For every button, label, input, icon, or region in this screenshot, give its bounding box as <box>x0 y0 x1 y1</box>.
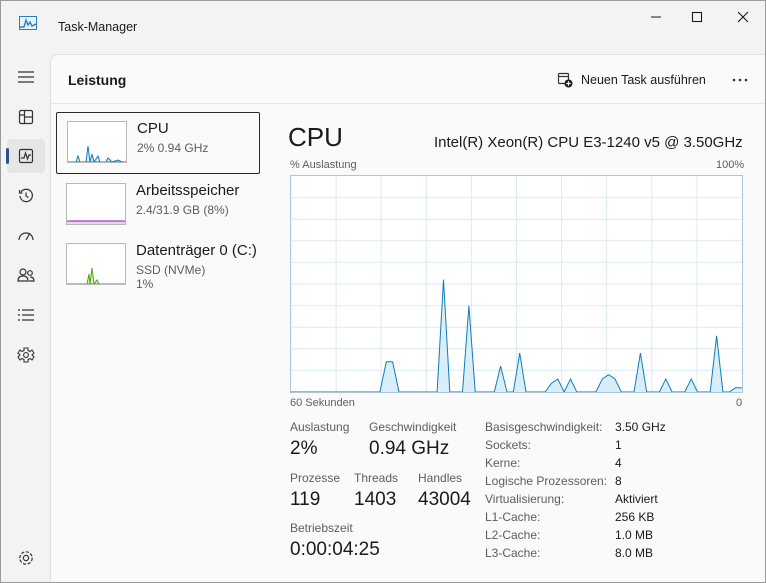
run-new-task-label: Neuen Task ausführen <box>581 73 706 87</box>
device-name-cpu: CPU <box>137 120 169 137</box>
app-history-icon <box>18 188 33 203</box>
nav-app-history[interactable] <box>7 179 45 213</box>
utilization-label: Auslastung <box>290 420 350 434</box>
cpu-usage-chart <box>291 176 742 394</box>
prop-value-logical-processors: 8 <box>615 474 622 488</box>
uptime-label: Betriebszeit <box>290 521 353 535</box>
nav-services[interactable] <box>7 338 45 372</box>
nav-processes[interactable] <box>7 100 45 134</box>
services-icon <box>17 347 35 363</box>
memory-thumbnail-graph <box>66 183 126 225</box>
device-detail-disk-usage: 1% <box>136 277 154 291</box>
device-item-disk[interactable]: Datenträger 0 (C:) SSD (NVMe) 1% <box>56 235 260 297</box>
prop-key-virtualization: Virtualisierung: <box>485 492 565 506</box>
device-name-disk: Datenträger 0 (C:) <box>136 242 257 259</box>
header-divider <box>51 103 765 104</box>
prop-key-l2-cache: L2-Cache: <box>485 528 541 542</box>
device-name-memory: Arbeitsspeicher <box>136 182 240 199</box>
utilization-value: 2% <box>290 438 318 459</box>
page-title: Leistung <box>68 72 127 88</box>
users-icon <box>17 268 35 282</box>
nav-details[interactable] <box>7 298 45 332</box>
prop-key-l1-cache: L1-Cache: <box>485 510 541 524</box>
settings-icon <box>19 551 33 565</box>
x-axis-right-label: 0 <box>736 397 743 409</box>
threads-label: Threads <box>354 471 399 485</box>
prop-value-l1-cache: 256 KB <box>615 510 655 524</box>
prop-key-cores: Kerne: <box>485 456 521 470</box>
prop-value-base-speed: 3.50 GHz <box>615 420 666 434</box>
detail-title: CPU <box>288 122 343 152</box>
uptime-value: 0:00:04:25 <box>290 539 380 560</box>
cpu-usage-graph <box>290 175 743 394</box>
nav-performance[interactable] <box>7 139 45 173</box>
window-title: Task-Manager <box>58 20 138 34</box>
device-detail-disk-type: SSD (NVMe) <box>136 263 206 277</box>
prop-key-logical-processors: Logische Prozessoren: <box>485 474 608 488</box>
prop-value-cores: 4 <box>615 456 622 470</box>
threads-value: 1403 <box>354 489 397 510</box>
device-detail-memory: 2.4/31.9 GB (8%) <box>136 203 229 217</box>
prop-key-sockets: Sockets: <box>485 438 532 452</box>
y-axis-label: % Auslastung <box>290 159 357 171</box>
minimize-icon <box>651 16 661 18</box>
more-options-button[interactable] <box>726 67 754 93</box>
details-icon <box>18 309 34 321</box>
nav-menu-button[interactable] <box>7 60 45 94</box>
prop-key-l3-cache: L3-Cache: <box>485 546 541 560</box>
nav-users[interactable] <box>7 258 45 292</box>
handles-value: 43004 <box>418 489 471 510</box>
x-axis-left-label: 60 Sekunden <box>290 397 355 409</box>
cpu-model-name: Intel(R) Xeon(R) CPU E3-1240 v5 @ 3.50GH… <box>434 134 743 151</box>
nav-startup-apps[interactable] <box>7 219 45 253</box>
device-item-cpu[interactable]: CPU 2% 0.94 GHz <box>56 112 260 174</box>
task-manager-window: Task-Manager Leistung Neuen Task ausführ… <box>0 0 766 583</box>
new-task-icon <box>557 72 573 88</box>
title-bar: Task-Manager <box>1 1 765 49</box>
hamburger-menu-icon <box>18 71 34 83</box>
maximize-icon <box>691 11 703 23</box>
device-item-memory[interactable]: Arbeitsspeicher 2.4/31.9 GB (8%) <box>56 175 260 237</box>
processes-value: 119 <box>290 489 321 510</box>
cpu-thumbnail-graph <box>67 121 127 163</box>
disk-thumbnail-graph <box>66 243 126 285</box>
processes-label: Prozesse <box>290 471 341 485</box>
prop-value-l3-cache: 8.0 MB <box>615 546 654 560</box>
performance-icon <box>18 148 34 164</box>
nav-settings[interactable] <box>7 541 45 575</box>
prop-value-virtualization: Aktiviert <box>615 492 658 506</box>
minimize-button[interactable] <box>633 1 679 33</box>
close-button[interactable] <box>720 1 765 33</box>
close-icon <box>737 11 749 23</box>
speed-label: Geschwindigkeit <box>369 420 457 434</box>
active-nav-indicator <box>6 148 9 164</box>
speed-value: 0.94 GHz <box>369 438 450 459</box>
prop-value-sockets: 1 <box>615 438 622 452</box>
performance-panel: Leistung Neuen Task ausführen CPU 2% 0.9… <box>50 54 765 582</box>
processes-icon <box>18 109 34 125</box>
handles-label: Handles <box>418 471 463 485</box>
prop-key-base-speed: Basisgeschwindigkeit: <box>485 420 603 434</box>
y-max-label: 100% <box>716 159 745 171</box>
task-manager-app-icon <box>19 16 37 30</box>
device-detail-cpu: 2% 0.94 GHz <box>137 141 209 155</box>
prop-value-l2-cache: 1.0 MB <box>615 528 654 542</box>
maximize-button[interactable] <box>674 1 720 33</box>
more-options-icon <box>732 78 748 82</box>
run-new-task-button[interactable]: Neuen Task ausführen <box>557 68 706 92</box>
startup-apps-icon <box>18 232 34 241</box>
